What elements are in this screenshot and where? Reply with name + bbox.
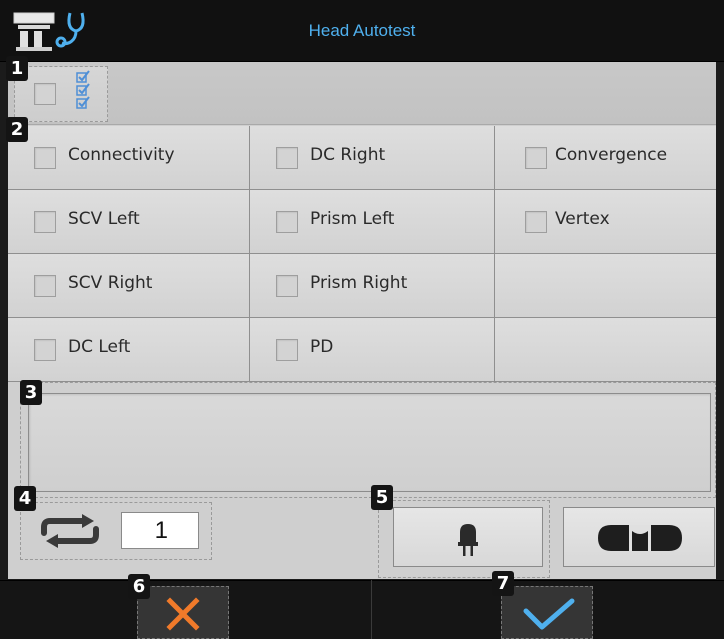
test-checkbox[interactable] xyxy=(34,275,56,297)
marker-6: 6 xyxy=(128,574,150,599)
test-checkbox[interactable] xyxy=(34,211,56,233)
footer-divider xyxy=(371,580,372,639)
test-item-pd[interactable]: PD xyxy=(250,318,495,382)
level-button[interactable] xyxy=(563,507,715,567)
test-item-empty xyxy=(495,318,716,382)
test-label: Prism Left xyxy=(310,209,395,229)
checkmark-icon xyxy=(523,598,575,630)
marker-5: 5 xyxy=(371,485,393,510)
test-checkbox[interactable] xyxy=(276,211,298,233)
test-grid: Connectivity DC Right Convergence SCV Le… xyxy=(8,126,716,382)
test-item-scv-right[interactable]: SCV Right xyxy=(8,254,250,318)
page-title: Head Autotest xyxy=(308,21,416,40)
led-bulb-icon xyxy=(458,524,478,556)
led-button[interactable] xyxy=(393,507,543,567)
test-checkbox[interactable] xyxy=(34,339,56,361)
test-label: Vertex xyxy=(555,209,610,229)
head-autotest-screen: Head Autotest Connectivity DC Right Conv… xyxy=(0,0,724,639)
test-label: Prism Right xyxy=(310,273,408,293)
test-label: DC Right xyxy=(310,145,386,165)
test-checkbox[interactable] xyxy=(525,211,547,233)
checklist-icon xyxy=(76,70,90,109)
close-icon xyxy=(166,597,200,631)
footer-bar xyxy=(0,580,724,639)
marker-3: 3 xyxy=(20,380,42,405)
test-checkbox[interactable] xyxy=(276,275,298,297)
confirm-button[interactable] xyxy=(501,586,593,639)
message-area xyxy=(28,393,711,492)
test-item-empty xyxy=(495,254,716,318)
marker-7: 7 xyxy=(492,571,514,596)
test-checkbox[interactable] xyxy=(525,147,547,169)
test-item-prism-right[interactable]: Prism Right xyxy=(250,254,495,318)
test-label: SCV Right xyxy=(68,273,153,293)
repeat-icon[interactable] xyxy=(36,513,104,549)
test-label: Convergence xyxy=(555,145,668,165)
test-label: DC Left xyxy=(68,337,131,357)
test-item-prism-left[interactable]: Prism Left xyxy=(250,190,495,254)
test-item-dc-left[interactable]: DC Left xyxy=(8,318,250,382)
header-bar: Head Autotest xyxy=(0,0,724,62)
test-checkbox[interactable] xyxy=(276,147,298,169)
test-item-convergence[interactable]: Convergence xyxy=(495,126,716,190)
test-label: Connectivity xyxy=(68,145,175,165)
test-item-vertex[interactable]: Vertex xyxy=(495,190,716,254)
select-all-checkbox[interactable] xyxy=(34,83,56,105)
marker-4: 4 xyxy=(14,486,36,511)
select-all-row xyxy=(8,62,716,125)
test-checkbox[interactable] xyxy=(34,147,56,169)
repeat-count-input[interactable]: 1 xyxy=(121,512,199,549)
cancel-button[interactable] xyxy=(137,586,229,639)
test-item-scv-left[interactable]: SCV Left xyxy=(8,190,250,254)
spirit-level-icon xyxy=(598,525,682,551)
marker-2: 2 xyxy=(6,117,28,142)
test-checkbox[interactable] xyxy=(276,339,298,361)
test-label: PD xyxy=(310,337,334,357)
marker-1: 1 xyxy=(6,56,28,81)
test-item-connectivity[interactable]: Connectivity xyxy=(8,126,250,190)
test-label: SCV Left xyxy=(68,209,140,229)
test-item-dc-right[interactable]: DC Right xyxy=(250,126,495,190)
